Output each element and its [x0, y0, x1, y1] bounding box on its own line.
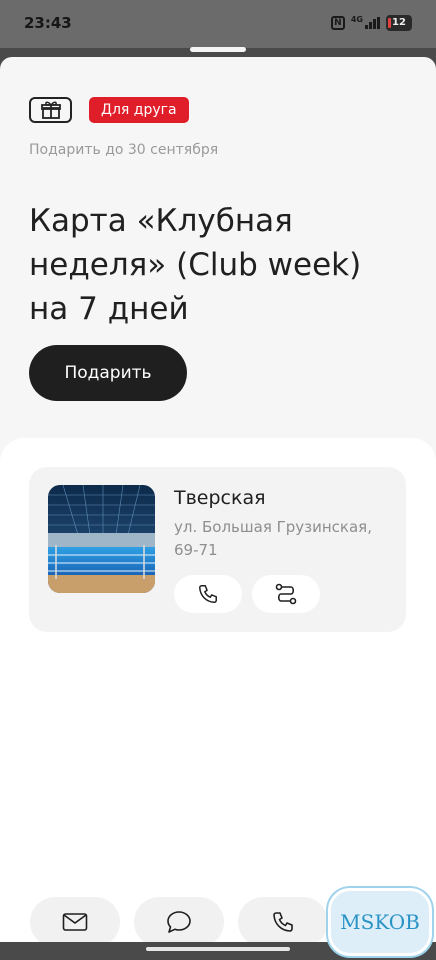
club-route-button[interactable]: [252, 575, 320, 613]
club-card[interactable]: Тверская ул. Большая Грузинская, 69-71: [29, 467, 406, 632]
gift-sheet: Для друга Подарить до 30 сентября Карта …: [0, 57, 436, 942]
signal-icon: [365, 17, 380, 29]
sheet-handle[interactable]: [190, 47, 246, 52]
club-panel: Тверская ул. Большая Грузинская, 69-71: [0, 438, 436, 942]
club-call-button[interactable]: [174, 575, 242, 613]
chat-icon: [167, 911, 191, 933]
phone-icon: [273, 912, 293, 932]
club-address: ул. Большая Грузинская, 69-71: [174, 518, 372, 559]
gift-button[interactable]: Подарить: [29, 345, 187, 401]
status-time: 23:43: [24, 14, 72, 32]
watermark-logo: MSKOB: [328, 888, 432, 956]
pool-photo: [48, 485, 155, 593]
club-name[interactable]: Тверская: [174, 487, 266, 509]
gift-icon: [29, 97, 72, 123]
status-icons: N 4G 12: [330, 14, 412, 31]
mail-button[interactable]: [30, 897, 120, 942]
nfc-icon: N: [330, 16, 345, 30]
status-bar: 23:43 N 4G 12: [0, 0, 436, 48]
gift-deadline: Подарить до 30 сентября: [29, 142, 219, 158]
battery-icon: 12: [386, 15, 412, 31]
call-button[interactable]: [238, 897, 328, 942]
phone-icon: [199, 585, 217, 603]
chat-button[interactable]: [134, 897, 224, 942]
network-label: 4G: [350, 14, 363, 24]
mail-icon: [62, 913, 88, 931]
route-icon: [275, 583, 297, 605]
for-friend-badge: Для друга: [89, 97, 189, 123]
home-indicator[interactable]: [146, 947, 290, 951]
card-title: Карта «Клубная неделя» (Club week) на 7 …: [29, 203, 362, 327]
